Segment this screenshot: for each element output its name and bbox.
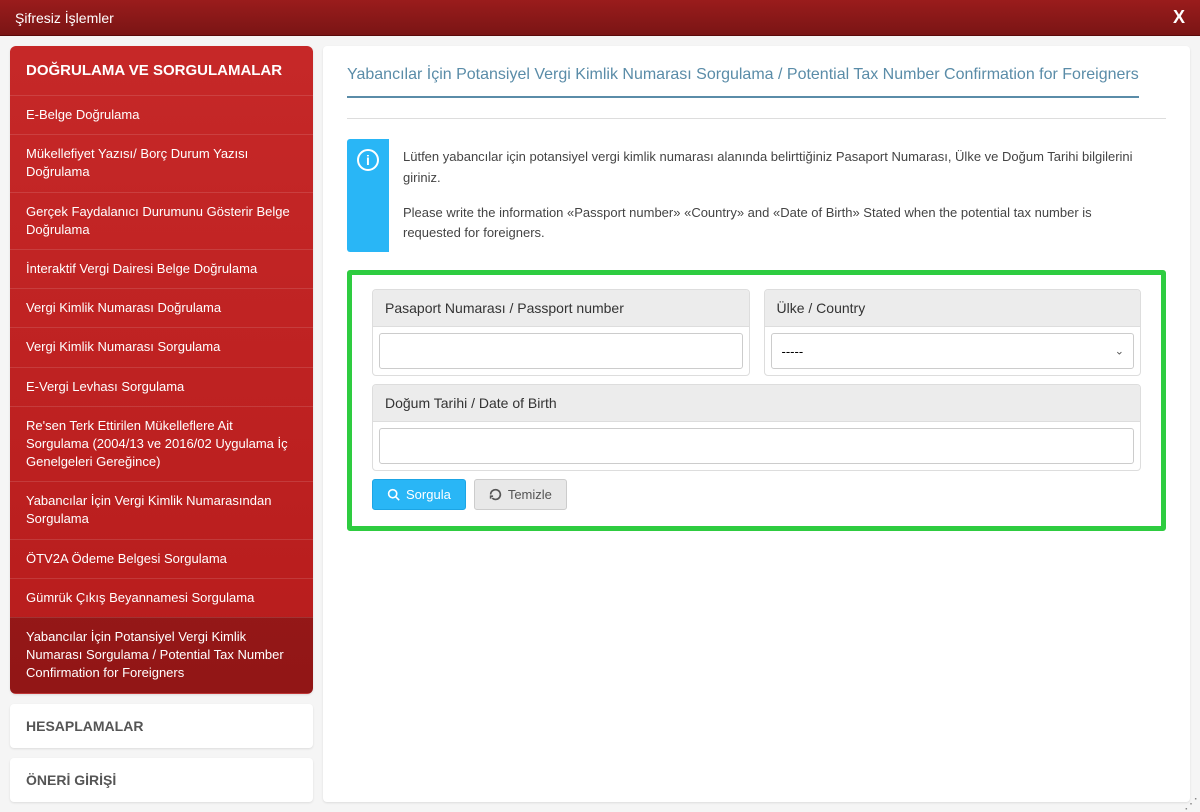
page-title: Yabancılar İçin Potansiyel Vergi Kimlik … <box>347 66 1139 98</box>
sidebar-section-calculations[interactable]: HESAPLAMALAR <box>10 704 313 748</box>
refresh-icon <box>489 488 502 501</box>
sidebar-item-ebelge[interactable]: E-Belge Doğrulama <box>10 95 313 134</box>
sidebar-item-yabanci-vkn[interactable]: Yabancılar İçin Vergi Kimlik Numarasında… <box>10 481 313 538</box>
page-title-wrap: Yabancılar İçin Potansiyel Vergi Kimlik … <box>347 66 1166 119</box>
form-highlight: Pasaport Numarası / Passport number Ülke… <box>347 270 1166 531</box>
info-text-tr: Lütfen yabancılar için potansiyel vergi … <box>403 147 1152 189</box>
info-icon: i <box>357 149 379 171</box>
form-group-dob: Doğum Tarihi / Date of Birth <box>372 384 1141 471</box>
button-row: Sorgula Temizle <box>372 479 1141 510</box>
sidebar-item-mukellefiyet[interactable]: Mükellefiyet Yazısı/ Borç Durum Yazısı D… <box>10 134 313 191</box>
sidebar-header-suggestions: ÖNERİ GİRİŞİ <box>10 758 313 802</box>
resize-handle-icon[interactable]: ⋰ <box>1184 796 1198 810</box>
clear-button-label: Temizle <box>508 487 552 502</box>
dob-input[interactable] <box>379 428 1134 464</box>
main-container: DOĞRULAMA VE SORGULAMALAR E-Belge Doğrul… <box>0 36 1200 812</box>
form-row-1: Pasaport Numarası / Passport number Ülke… <box>372 289 1141 376</box>
info-box: i Lütfen yabancılar için potansiyel verg… <box>347 139 1166 252</box>
sidebar-header-calculations: HESAPLAMALAR <box>10 704 313 748</box>
form-row-2: Doğum Tarihi / Date of Birth <box>372 384 1141 471</box>
sidebar-item-vkn-sorgulama[interactable]: Vergi Kimlik Numarası Sorgulama <box>10 327 313 366</box>
sidebar: DOĞRULAMA VE SORGULAMALAR E-Belge Doğrul… <box>10 46 313 802</box>
modal-title: Şifresiz İşlemler <box>15 10 114 26</box>
sidebar-item-gumruk[interactable]: Gümrük Çıkış Beyannamesi Sorgulama <box>10 578 313 617</box>
passport-input[interactable] <box>379 333 743 369</box>
modal-header: Şifresiz İşlemler X <box>0 0 1200 36</box>
search-icon <box>387 488 400 501</box>
sidebar-item-evergi-levhasi[interactable]: E-Vergi Levhası Sorgulama <box>10 367 313 406</box>
form-group-passport: Pasaport Numarası / Passport number <box>372 289 750 376</box>
sidebar-item-potential-tax[interactable]: Yabancılar İçin Potansiyel Vergi Kimlik … <box>10 617 313 693</box>
main-panel: Yabancılar İçin Potansiyel Vergi Kimlik … <box>323 46 1190 802</box>
dob-label: Doğum Tarihi / Date of Birth <box>373 385 1140 422</box>
country-label: Ülke / Country <box>765 290 1141 327</box>
info-text: Lütfen yabancılar için potansiyel vergi … <box>389 139 1166 252</box>
close-button[interactable]: X <box>1173 7 1185 28</box>
country-select[interactable]: ----- <box>771 333 1135 369</box>
sidebar-section-suggestions[interactable]: ÖNERİ GİRİŞİ <box>10 758 313 802</box>
sidebar-item-interaktif[interactable]: İnteraktif Vergi Dairesi Belge Doğrulama <box>10 249 313 288</box>
info-text-en: Please write the information «Passport n… <box>403 203 1152 245</box>
sidebar-item-gercek-faydalanici[interactable]: Gerçek Faydalanıcı Durumunu Gösterir Bel… <box>10 192 313 249</box>
sidebar-item-otv2a[interactable]: ÖTV2A Ödeme Belgesi Sorgulama <box>10 539 313 578</box>
query-button-label: Sorgula <box>406 487 451 502</box>
sidebar-item-vkn-dogrulama[interactable]: Vergi Kimlik Numarası Doğrulama <box>10 288 313 327</box>
sidebar-header-verification[interactable]: DOĞRULAMA VE SORGULAMALAR <box>10 46 313 95</box>
clear-button[interactable]: Temizle <box>474 479 567 510</box>
sidebar-item-edevlet[interactable]: e-Devlet Üzerinden Yapılan Ödemelere Ait… <box>10 693 313 694</box>
info-icon-wrap: i <box>347 139 389 252</box>
sidebar-section-verification: DOĞRULAMA VE SORGULAMALAR E-Belge Doğrul… <box>10 46 313 694</box>
passport-label: Pasaport Numarası / Passport number <box>373 290 749 327</box>
form-group-country: Ülke / Country ----- ⌄ <box>764 289 1142 376</box>
query-button[interactable]: Sorgula <box>372 479 466 510</box>
sidebar-item-resen-terk[interactable]: Re'sen Terk Ettirilen Mükelleflere Ait S… <box>10 406 313 482</box>
